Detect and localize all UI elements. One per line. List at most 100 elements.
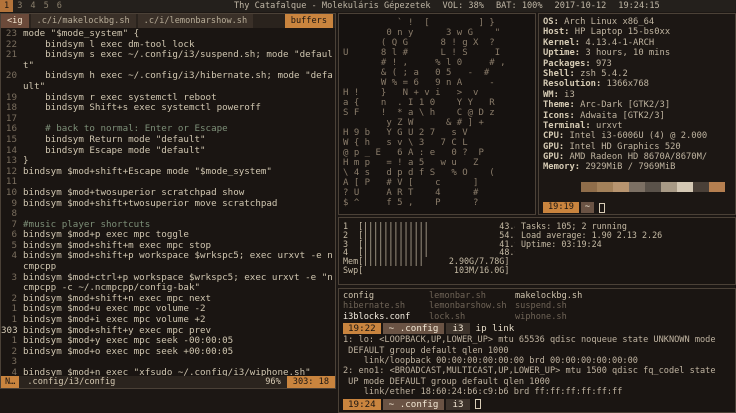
info-row: WM: i3	[543, 90, 736, 100]
meter-bar: Swp[ 103M/16.0G]	[343, 265, 510, 275]
info-key: Packages:	[543, 58, 591, 69]
code-text: #music player shortcuts	[23, 219, 151, 230]
matrix-row: S F ! * a \ h C @ D z	[343, 108, 495, 118]
code-text: bindsym l exec dm-tool lock	[23, 39, 195, 50]
code-line: 1 bindsym $mod+u exec mpc volume -2	[1, 304, 335, 315]
vim-cursor-position: 303: 18	[286, 376, 335, 388]
code-text: ult"	[23, 81, 46, 92]
line-number: 2	[11, 346, 17, 357]
code-text: bindsym $mod+u exec mpc volume -2	[23, 304, 206, 315]
code-text: mode "$mode_system" {	[23, 29, 140, 39]
code-text: bindsym $mod+shift+p workspace $wrkspc5;…	[23, 251, 333, 262]
code-line: 13}	[1, 156, 335, 167]
htop-meters: 1 [||||||||||||| 43.4%] Tasks: 105; 2 run…	[343, 222, 662, 275]
vim-buffer-content[interactable]: 23 mode "$mode_system" {22 bindsym l exec…	[1, 29, 335, 379]
shell-prompt[interactable]: 19:19 ~	[543, 202, 606, 213]
prompt-dir: ~ .config	[382, 323, 445, 335]
ls-column: config hibernate.sh i3blocks.conf	[343, 291, 429, 322]
matrix-row: ` ! [ ] }	[343, 18, 495, 28]
code-line: 12 bindsym $mod+shift+Escape mode "$mode_…	[1, 167, 335, 178]
code-text: bindsym $mod+shift+n exec mpc next	[23, 293, 212, 304]
htop-row: Mem[|||||||||||| 2.90G/7.78G]	[343, 257, 662, 266]
output-line: 2: eno1: <BROADCAST,MULTICAST,UP,LOWER_U…	[343, 366, 716, 377]
color-swatch	[693, 182, 709, 192]
color-swatch	[645, 182, 661, 192]
meter-bar: 1 [||||||||||||| 43.4%]	[343, 222, 515, 231]
info-key: Icons:	[543, 110, 575, 121]
ls-column: makelockbg.sh suspend.sh wiphone.sh	[515, 291, 601, 322]
code-text: bindsym $mod+ctrl+p workspace $wrkspc5; …	[23, 272, 333, 283]
vim-tab[interactable]: .c/i/lemonbarshow.sh	[137, 14, 254, 28]
output-line: DEFAULT group default qlen 1000	[343, 345, 509, 356]
code-line: 22 bindsym l exec dm-tool lock	[1, 40, 335, 51]
shell-prompt[interactable]: 19:24 ~ .config i3	[343, 398, 735, 410]
workspace-button[interactable]: 1	[0, 0, 14, 12]
info-key: Host:	[543, 27, 570, 38]
info-value: zsh 5.4.2	[574, 68, 628, 79]
prompt-branch: i3	[446, 323, 470, 335]
info-value: 4.13.4-1-ARCH	[580, 37, 655, 48]
vim-tab[interactable]: <ig	[1, 14, 29, 28]
info-key: Kernel:	[543, 37, 581, 48]
line-number	[1, 283, 23, 294]
workspace-button[interactable]: 4	[26, 0, 39, 12]
prompt-time: 19:22	[343, 323, 381, 335]
info-value: i3	[558, 89, 575, 100]
output-line: link/loopback 00:00:00:00:00:00 brd 00:0…	[343, 355, 638, 366]
info-key: OS:	[543, 17, 559, 27]
info-key: GPU:	[543, 152, 565, 163]
matrix-row: 0 n y 3 w G "	[343, 28, 501, 38]
info-row: Resolution: 1366x768	[543, 79, 736, 89]
color-swatch	[597, 182, 613, 192]
file-entry: hibernate.sh	[343, 301, 406, 312]
line-number	[1, 61, 23, 72]
info-value: 2929MiB / 7969MiB	[580, 162, 676, 173]
code-line: 23 mode "$mode_system" {	[1, 29, 335, 40]
workspace-button[interactable]: 6	[53, 0, 66, 12]
workspace-button[interactable]: 5	[40, 0, 53, 12]
code-text: bindsym $mod+i exec mpc volume +2	[23, 315, 206, 326]
cmatrix-window[interactable]: ` ! [ ] } 0 n y 3 w G " ( Q G 8 ! g X ? U…	[338, 13, 536, 215]
color-palette	[565, 182, 725, 192]
workspace-button[interactable]: 3	[13, 0, 26, 12]
info-row: CPU: Intel i3-6006U (4) @ 2.000	[543, 131, 736, 141]
info-key: Uptime:	[543, 48, 581, 59]
date-indicator: 2017-10-12	[554, 1, 607, 11]
vim-editor-window[interactable]: <ig .c/i/makelockbg.sh .c/i/lemonbarshow…	[0, 13, 336, 389]
info-row: Uptime: 3 hours, 10 mins	[543, 48, 736, 58]
info-key: WM:	[543, 89, 559, 100]
code-line: 303 bindsym $mod+shift+y exec mpc prev	[1, 326, 335, 337]
color-swatch	[629, 182, 645, 192]
battery-indicator: BAT: 100%	[495, 1, 543, 11]
info-value: Intel i3-6006U (4) @ 2.000	[564, 131, 708, 142]
output-line: UP mode DEFAULT group default qlen 1000	[343, 376, 550, 387]
code-text: bindsym $mod+p exec mpc toggle	[23, 230, 189, 241]
meter-info: Uptime: 03:19:24	[521, 238, 602, 249]
code-line: 3 bindsym $mod+ctrl+p workspace $wrkspc5;…	[1, 273, 335, 284]
htop-row: 3 [||||||||||||| 41.9%] Uptime: 03:19:24	[343, 238, 662, 249]
terminal-window[interactable]: config hibernate.sh i3blocks.conf lemonbar.…	[338, 288, 736, 413]
neofetch-window[interactable]: OS: Arch Linux x86_64 Host: HP Laptop 15-…	[538, 13, 736, 215]
volume-indicator[interactable]: VOL: 38%	[443, 1, 484, 11]
vim-tab[interactable]: .c/i/makelockbg.sh	[30, 14, 136, 28]
terminal-output[interactable]: config hibernate.sh i3blocks.conf lemonbar.…	[343, 291, 735, 411]
ls-output: config hibernate.sh i3blocks.conf lemonbar.…	[343, 291, 735, 322]
line-number: 5	[11, 240, 17, 251]
line-number: 17	[5, 113, 17, 124]
line-number: 1	[11, 315, 17, 326]
file-entry: suspend.sh	[515, 301, 567, 312]
shell-prompt: 19:22 ~ .config i3 ip link	[343, 323, 735, 335]
matrix-row: U 8 l # L ! S I	[343, 48, 501, 58]
ls-column: lemonbar.sh lemonbarshow.sh lock.sh	[429, 291, 515, 322]
line-number: 303	[1, 325, 18, 336]
htop-window[interactable]: 1 [||||||||||||| 43.4%] Tasks: 105; 2 run…	[338, 217, 736, 285]
info-row: Terminal: urxvt	[543, 121, 736, 131]
code-line: 19 bindsym r exec systemctl reboot	[1, 93, 335, 104]
color-swatch	[661, 182, 677, 192]
line-number: 21	[5, 50, 17, 61]
matrix-row: $ ^ f 5 , P ?	[343, 198, 479, 208]
matrix-row: H 9 b Y G U 2 7 s V	[343, 128, 468, 138]
line-number: 14	[5, 145, 17, 156]
meter-bar: 3 [||||||||||||| 41.9%]	[343, 239, 515, 249]
line-number: 6	[11, 230, 17, 241]
